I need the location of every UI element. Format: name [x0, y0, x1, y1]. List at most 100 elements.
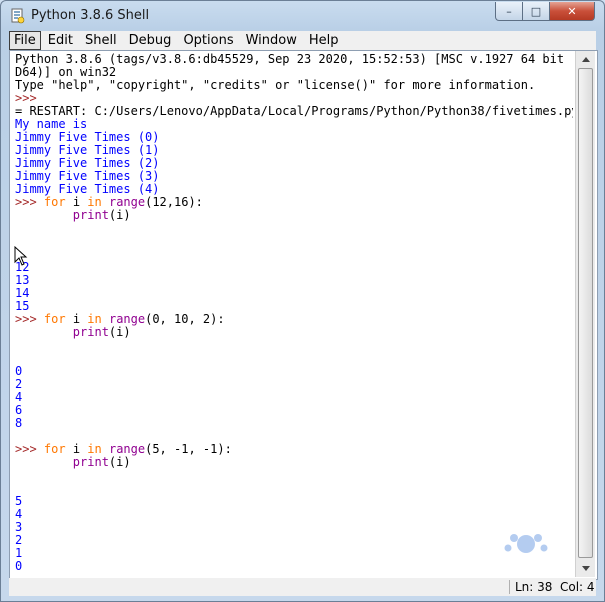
- shell-output: Jimmy Five Times (3): [15, 169, 160, 183]
- menu-window[interactable]: Window: [241, 32, 302, 49]
- shell-code: [15, 325, 73, 339]
- shell-prompt: >>>: [15, 195, 44, 209]
- close-button[interactable]: ✕: [549, 2, 595, 21]
- shell-line: 12: [15, 261, 573, 274]
- shell-output: Jimmy Five Times (1): [15, 143, 160, 157]
- shell-prompt: >>>: [15, 572, 44, 574]
- maximize-icon: □: [530, 4, 542, 18]
- menu-help[interactable]: Help: [304, 32, 344, 49]
- shell-code: in: [87, 442, 102, 456]
- shell-code: = RESTART: C:/Users/Lenovo/AppData/Local…: [15, 104, 573, 118]
- menu-label: Help: [308, 33, 339, 48]
- scroll-down-button[interactable]: [576, 560, 595, 577]
- shell-output: 3: [15, 520, 23, 534]
- menu-bar: File Edit Shell Debug Options Window Help: [9, 31, 596, 50]
- shell-output: Jimmy Five Times (4): [15, 182, 160, 196]
- shell-code: [15, 455, 73, 469]
- menu-options[interactable]: Options: [178, 32, 238, 49]
- shell-client-area: Python 3.8.6 (tags/v3.8.6:db45529, Sep 2…: [9, 50, 598, 580]
- scroll-up-button[interactable]: [576, 51, 595, 68]
- shell-code: D64)] on win32: [15, 65, 117, 79]
- shell-output: 4: [15, 507, 23, 521]
- maximize-button[interactable]: □: [522, 2, 550, 21]
- shell-output: 6: [15, 403, 23, 417]
- shell-code: print: [72, 325, 109, 339]
- shell-code: for: [43, 195, 66, 209]
- shell-output: 0: [15, 559, 23, 573]
- shell-code: [15, 208, 73, 222]
- shell-prompt: >>>: [15, 312, 44, 326]
- shell-output: My name is: [15, 117, 88, 131]
- shell-line: print(i): [15, 326, 573, 339]
- status-line-number: Ln: 38: [515, 580, 553, 594]
- shell-output: 2: [15, 533, 23, 547]
- minimize-button[interactable]: –: [495, 2, 523, 21]
- shell-code: range: [108, 312, 146, 326]
- shell-line: print(i): [15, 209, 573, 222]
- menu-label: File: [14, 33, 36, 48]
- shell-code: in: [87, 195, 102, 209]
- shell-code: for: [43, 312, 66, 326]
- shell-code: [102, 312, 109, 326]
- shell-output: 4: [15, 390, 23, 404]
- chevron-up-icon: [581, 57, 590, 62]
- shell-code: i: [65, 195, 88, 209]
- baidu-watermark-icon: [504, 534, 548, 553]
- shell-code: i: [65, 312, 88, 326]
- shell-code: [102, 442, 109, 456]
- title-bar[interactable]: Python 3.8.6 Shell – □ ✕: [1, 1, 604, 31]
- minimize-icon: –: [506, 4, 512, 18]
- shell-code: (5, -1, -1):: [145, 442, 232, 456]
- shell-output: 8: [15, 416, 23, 430]
- menu-debug[interactable]: Debug: [124, 32, 177, 49]
- shell-code: (i): [108, 325, 131, 339]
- menu-label: Options: [183, 33, 234, 48]
- shell-output: 14: [15, 286, 30, 300]
- vertical-scrollbar[interactable]: [575, 51, 595, 577]
- close-icon: ✕: [567, 4, 577, 18]
- shell-text-area[interactable]: Python 3.8.6 (tags/v3.8.6:db45529, Sep 2…: [15, 53, 573, 573]
- window-title: Python 3.8.6 Shell: [31, 8, 150, 23]
- status-column-number: Col: 4: [560, 580, 595, 594]
- menu-label: Window: [245, 33, 297, 48]
- shell-output: 15: [15, 299, 30, 313]
- chevron-down-icon: [581, 566, 590, 571]
- menu-file[interactable]: File: [9, 31, 41, 50]
- shell-code: (0, 10, 2):: [145, 312, 225, 326]
- shell-output: Jimmy Five Times (2): [15, 156, 160, 170]
- menu-label: Edit: [47, 33, 73, 48]
- shell-output: 13: [15, 273, 30, 287]
- shell-line: 13: [15, 274, 573, 287]
- menu-label: Shell: [84, 33, 117, 48]
- menu-edit[interactable]: Edit: [43, 32, 78, 49]
- menu-shell[interactable]: Shell: [80, 32, 122, 49]
- shell-code: in: [87, 312, 102, 326]
- shell-code: print: [72, 455, 109, 469]
- shell-code: print: [72, 208, 109, 222]
- shell-line: = RESTART: C:/Users/Lenovo/AppData/Local…: [15, 105, 573, 118]
- mouse-pointer-icon: [14, 246, 28, 266]
- scroll-thumb[interactable]: [578, 68, 593, 558]
- shell-output: 1: [15, 546, 23, 560]
- shell-code: (12,16):: [145, 195, 203, 209]
- menu-label: Debug: [128, 33, 172, 48]
- shell-code: (i): [108, 208, 131, 222]
- shell-prompt: >>>: [15, 91, 44, 105]
- shell-code: range: [108, 442, 146, 456]
- status-divider: [509, 580, 510, 594]
- shell-line: 6: [15, 404, 573, 417]
- shell-output: Jimmy Five Times (0): [15, 130, 160, 144]
- shell-output: 5: [15, 494, 23, 508]
- shell-line: 0: [15, 365, 573, 378]
- shell-output: 0: [15, 364, 23, 378]
- python-idle-icon: [11, 8, 25, 24]
- shell-code: Type "help", "copyright", "credits" or "…: [15, 78, 536, 92]
- shell-line: print(i): [15, 456, 573, 469]
- shell-line: 8: [15, 417, 573, 430]
